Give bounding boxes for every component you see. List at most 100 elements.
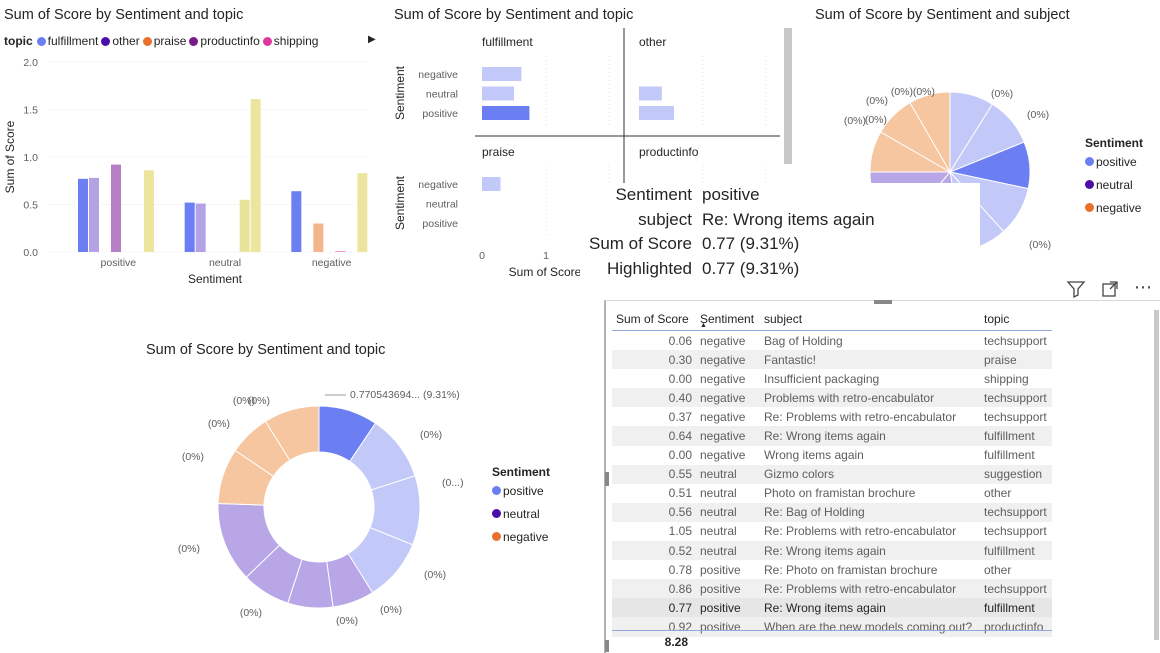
legend-item-productinfo[interactable]: productinfo	[189, 34, 260, 48]
bar-other-positive[interactable]	[639, 106, 674, 120]
x-tick-label: positive	[101, 257, 137, 269]
legend-item-positive[interactable]: positive	[1085, 150, 1143, 173]
cell-sentiment: neutral	[696, 464, 760, 484]
cell-topic: fulfillment	[984, 448, 1035, 463]
resize-handle-left[interactable]	[605, 472, 609, 486]
pie-data-label: (0%)	[866, 95, 888, 107]
column-header-subject[interactable]: subject	[760, 308, 980, 331]
legend-item-fulfillment[interactable]: fulfillment	[36, 34, 98, 48]
table-row[interactable]: 0.55 neutral Gizmo colors suggestion	[612, 464, 1052, 484]
filter-icon[interactable]	[1066, 279, 1086, 304]
visual1-title: Sum of Score by Sentiment and topic	[4, 7, 244, 23]
cell-sentiment: negative	[700, 333, 746, 348]
x-tick-label: neutral	[209, 257, 241, 269]
cell-score: 0.06	[668, 333, 692, 348]
bar-techsupport-negative[interactable]	[357, 173, 368, 252]
bar-praise-negative[interactable]	[482, 177, 501, 191]
panel-title-fulfillment: fulfillment	[482, 35, 533, 49]
table-row[interactable]: 0.00 negative Wrong items again fulfillment	[612, 446, 1052, 465]
resize-handle-left-bottom[interactable]	[605, 640, 609, 652]
table-row[interactable]: 0.00 negative Insufficient packaging shippi…	[612, 369, 1052, 388]
column-header-sum-of-score[interactable]: Sum of Score	[612, 308, 696, 331]
visual2-scrollbar[interactable]	[784, 28, 792, 164]
cell-subject: Gizmo colors	[760, 464, 980, 484]
donut-data-label: (0%)	[182, 451, 204, 463]
y-tick-label: 1.0	[23, 152, 38, 164]
bar-fulfillment-negative[interactable]	[291, 191, 302, 252]
table-row[interactable]: 0.56 neutral Re: Bag of Holding techsupport	[612, 502, 1052, 522]
legend-item-praise[interactable]: praise	[142, 34, 186, 48]
table-row[interactable]: 0.86 positive Re: Problems with retro-enca…	[612, 579, 1052, 599]
sort-ascending-icon: ▲	[700, 322, 707, 329]
cell-sentiment: positive	[696, 579, 760, 599]
visual1-legend: topic fulfillment other praise productin…	[4, 34, 321, 48]
table-row[interactable]: 0.64 negative Re: Wrong items again fulfill…	[612, 426, 1052, 446]
bar-productinfo-positive[interactable]	[111, 164, 121, 252]
table-row[interactable]: 0.77 positive Re: Wrong items again fulfill…	[612, 598, 1052, 618]
y-tick-label: 1.5	[23, 105, 38, 117]
cell-score: 0.00	[668, 448, 692, 463]
legend-item-shipping[interactable]: shipping	[262, 34, 318, 48]
panel-title-other: other	[639, 35, 666, 49]
legend-item-neutral[interactable]: neutral	[1085, 173, 1143, 196]
cell-sentiment: negative	[696, 388, 760, 408]
donut-data-label: (0%)	[178, 543, 200, 555]
cell-sentiment: negative	[696, 350, 760, 370]
table-row[interactable]: 0.37 negative Re: Problems with retro-enca…	[612, 407, 1052, 426]
focus-mode-icon[interactable]	[1100, 279, 1120, 304]
table-row[interactable]: 0.78 positive Re: Photo on framistan broch…	[612, 560, 1052, 579]
triangle-right-icon[interactable]: ▶	[368, 34, 376, 45]
bar-techsupport-positive[interactable]	[144, 170, 154, 252]
table-row[interactable]: 0.51 neutral Photo on framistan brochure ot…	[612, 484, 1052, 503]
table-row[interactable]: 0.30 negative Fantastic! praise	[612, 350, 1052, 370]
pie-data-label: (0%)	[865, 114, 887, 126]
bar-other-positive[interactable]	[89, 177, 99, 252]
bar-shipping-negative[interactable]	[335, 251, 346, 252]
legend-title: Sentiment	[492, 465, 551, 479]
column-header-topic[interactable]: topic	[980, 308, 1052, 331]
cell-score: 0.00	[668, 371, 692, 386]
bar-praise-negative[interactable]	[313, 223, 324, 253]
table-scrollbar[interactable]	[1154, 310, 1159, 640]
cell-topic: suggestion	[980, 464, 1052, 484]
bar-fulfillment-negative[interactable]	[482, 67, 522, 81]
resize-handle[interactable]	[874, 300, 892, 304]
legend-item-other[interactable]: other	[101, 34, 140, 48]
table-row[interactable]: 0.52 neutral Re: Wrong items again fulfillm…	[612, 541, 1052, 561]
more-options-icon[interactable]: ⋯	[1134, 278, 1153, 304]
row-label: negative	[418, 179, 458, 191]
visual4-donut-chart: 0.770543694... (9.31%)(0%)(0...)(0%)(0%)…	[178, 389, 464, 627]
bar-other-neutral[interactable]	[195, 203, 206, 252]
cell-sentiment: neutral	[700, 524, 737, 539]
cell-topic: other	[984, 562, 1012, 577]
cell-subject: Re: Problems with retro-encabulator	[760, 579, 980, 599]
legend-item-positive[interactable]: positive	[492, 479, 550, 502]
bar-fulfillment-positive[interactable]	[482, 106, 530, 120]
legend-item-negative[interactable]: negative	[492, 525, 550, 548]
bar-fulfillment-positive[interactable]	[78, 178, 88, 252]
legend-item-neutral[interactable]: neutral	[492, 502, 550, 525]
x-tick-label: 1	[543, 250, 549, 262]
visual2-title: Sum of Score by Sentiment and topic	[394, 7, 634, 23]
table-row[interactable]: 1.05 neutral Re: Problems with retro-encab…	[612, 522, 1052, 541]
bar-suggestion-neutral[interactable]	[239, 199, 250, 252]
cell-topic: fulfillment	[980, 426, 1052, 446]
table-row[interactable]: 0.06 negative Bag of Holding techsupport	[612, 331, 1052, 351]
bar-other-neutral[interactable]	[639, 86, 662, 101]
panel-title-productinfo: productinfo	[639, 145, 699, 159]
column-header-sentiment[interactable]: Sentiment ▲	[696, 308, 760, 331]
table-row[interactable]: 0.40 negative Problems with retro-encabula…	[612, 388, 1052, 408]
cell-topic: techsupport	[980, 502, 1052, 522]
x-axis-title: Sum of Score	[509, 265, 582, 279]
cell-subject: Problems with retro-encabulator	[760, 388, 980, 408]
legend-item-negative[interactable]: negative	[1085, 196, 1143, 219]
bar-fulfillment-neutral[interactable]	[184, 202, 195, 252]
pie-data-label: (0%)	[844, 115, 866, 127]
cell-subject: Re: Wrong items again	[760, 541, 980, 561]
table-body: Sum of Score Sentiment ▲ subject topic 0.…	[612, 308, 1052, 648]
bar-fulfillment-neutral[interactable]	[482, 86, 515, 101]
x-tick-label: negative	[312, 257, 352, 269]
cell-score: 0.56	[612, 502, 696, 522]
bar-techsupport-neutral[interactable]	[250, 99, 261, 252]
cell-score: 0.64	[612, 426, 696, 446]
